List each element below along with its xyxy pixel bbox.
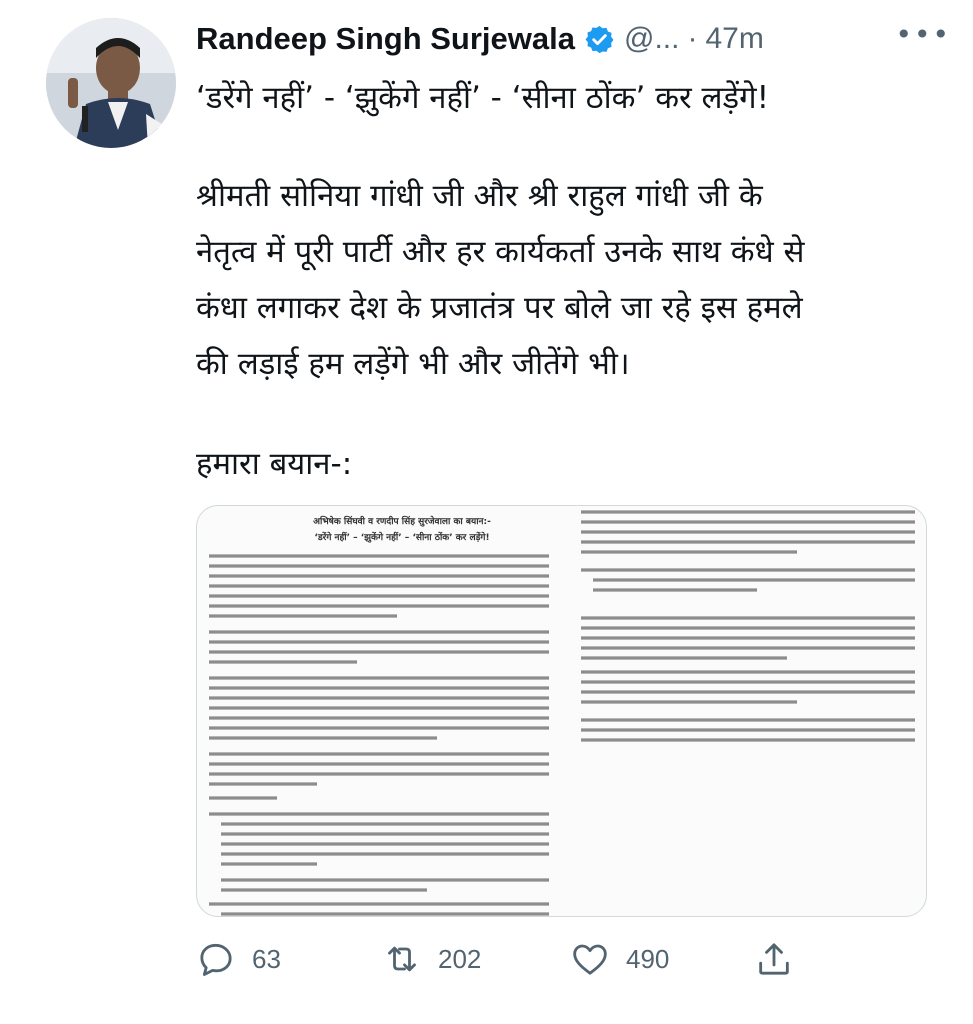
- attached-document-image[interactable]: अभिषेक सिंघवी व रणदीप सिंह सुरजेवाला का …: [196, 505, 927, 917]
- tweet-text-line-3: नेतृत्व में पूरी पार्टी और हर कार्यकर्ता…: [196, 234, 805, 270]
- tweet-text-line-4: कंधा लगाकर देश के प्रजातंत्र पर बोले जा …: [196, 290, 803, 326]
- tweet-header: Randeep Singh Surjewala @... · 47m: [196, 14, 933, 64]
- tweet-action-bar: 63 202 490: [196, 932, 936, 986]
- like-icon: [573, 944, 607, 975]
- tweet-text-line-6: हमारा बयान-:: [196, 446, 353, 482]
- avatar[interactable]: [46, 18, 176, 148]
- retweet-icon: [388, 946, 416, 972]
- tweet-text-line-1: ‘डरेंगे नहीं’ - ‘झुकेंगे नहीं’ - ‘सीना ठ…: [196, 80, 770, 116]
- more-icon[interactable]: •••: [895, 18, 951, 51]
- document-text-lines: [209, 510, 915, 916]
- avatar-photo: [46, 18, 176, 148]
- like-count: 490: [626, 943, 670, 974]
- share-icon: [759, 943, 789, 975]
- tweet-text-line-5: की लड़ाई हम लड़ेंगे भी और जीतेंगे भी।: [196, 346, 630, 382]
- author-handle[interactable]: @...: [624, 22, 679, 56]
- reply-count: 63: [252, 943, 281, 974]
- verified-badge-icon: [584, 24, 615, 55]
- retweet-count: 202: [438, 943, 482, 974]
- author-name[interactable]: Randeep Singh Surjewala: [196, 21, 575, 57]
- reply-icon: [200, 943, 232, 976]
- like-button[interactable]: 490: [570, 932, 669, 986]
- separator-dot: ·: [687, 22, 698, 55]
- reply-button[interactable]: 63: [196, 932, 281, 986]
- share-button[interactable]: [754, 932, 794, 986]
- tweet-text-line-2: श्रीमती सोनिया गांधी जी और श्री राहुल गा…: [196, 178, 763, 214]
- timestamp[interactable]: 47m: [705, 22, 763, 56]
- retweet-button[interactable]: 202: [382, 932, 481, 986]
